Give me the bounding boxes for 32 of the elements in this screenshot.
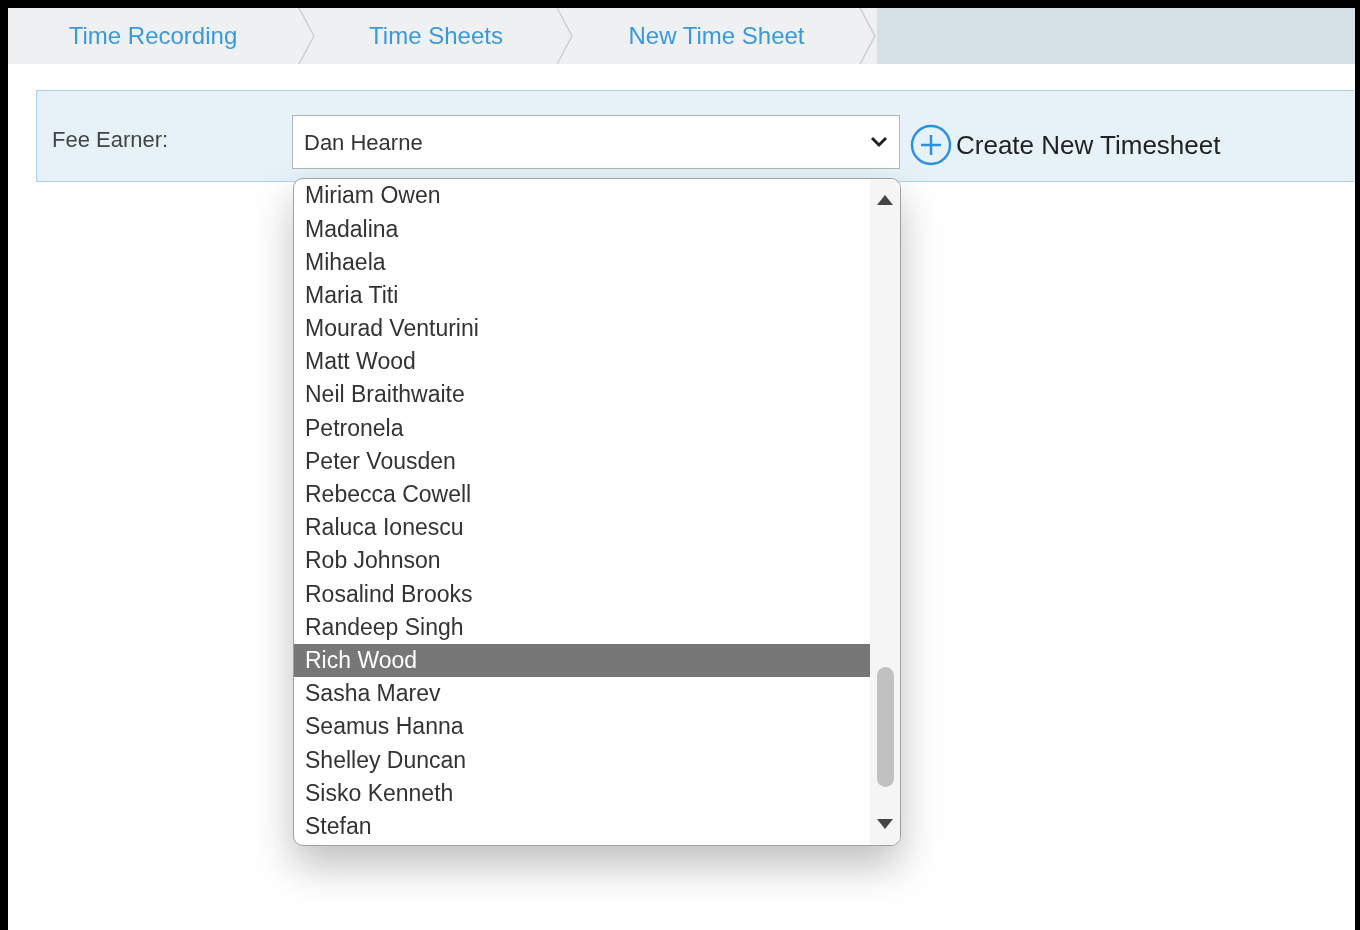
fee-earner-select[interactable]: Dan Hearne [292,115,900,169]
dropdown-option[interactable]: Rebecca Cowell [294,477,870,511]
breadcrumb-separator-icon [556,8,574,64]
dropdown-option[interactable]: Madalina [294,212,870,246]
dropdown-option[interactable]: Maria Titi [294,278,870,312]
plus-circle-icon [910,124,952,166]
dropdown-option[interactable]: Raluca Ionescu [294,510,870,545]
dropdown-option[interactable]: Peter Vousden [294,444,870,478]
dropdown-option[interactable]: Matt Wood [294,344,870,379]
chevron-down-icon [870,136,888,148]
create-timesheet-button[interactable]: Create New Timesheet [910,124,1221,166]
dropdown-option[interactable]: Shelley Duncan [294,743,870,777]
dropdown-option[interactable]: Seamus Hanna [294,710,870,744]
dropdown-option[interactable]: Sisko Kenneth [294,776,870,810]
dropdown-option[interactable]: Randeep Singh [294,610,870,644]
dropdown-option[interactable]: Miriam Owen [294,179,870,213]
scroll-up-icon[interactable] [877,195,893,205]
dropdown-option[interactable]: Sasha Marev [294,676,870,710]
breadcrumb-separator-icon [298,8,316,64]
dropdown-option[interactable]: Neil Braithwaite [294,378,870,412]
dropdown-option[interactable]: Mourad Venturini [294,311,870,345]
breadcrumb-separator-icon [859,8,877,64]
scroll-down-icon[interactable] [877,819,893,829]
scrollbar[interactable] [870,179,900,845]
dropdown-option[interactable]: Petronela [294,411,870,445]
dropdown-option[interactable]: Stefan [294,809,870,843]
dropdown-option[interactable]: Rosalind Brooks [294,577,870,611]
dropdown-option[interactable]: Mihaela [294,245,870,279]
dropdown-option[interactable]: Rich Wood [294,643,870,677]
fee-earner-label: Fee Earner: [52,126,170,154]
scrollbar-thumb[interactable] [876,667,894,787]
dropdown-option[interactable]: Rob Johnson [294,544,870,578]
